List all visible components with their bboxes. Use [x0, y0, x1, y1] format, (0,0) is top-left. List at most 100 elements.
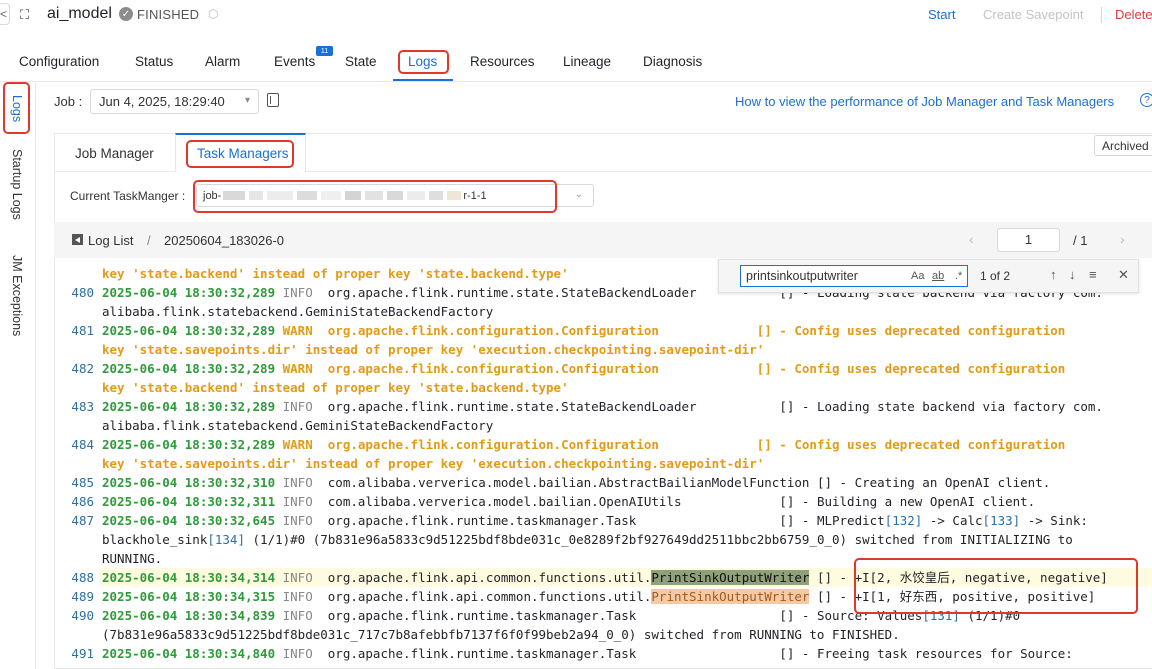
delete-button[interactable]: Delete [1115, 7, 1152, 22]
log-line-number: 491 [71, 646, 94, 661]
tab-alarm[interactable]: Alarm [205, 54, 240, 69]
log-line-text: alibaba.flink.statebackend.GeminiStateBa… [102, 416, 493, 435]
highlight-box-task-managers [186, 140, 294, 168]
log-line-text: key 'state.backend' instead of proper ke… [102, 378, 569, 397]
log-type-sidebar: Logs Startup Logs JM Exceptions [0, 83, 36, 669]
events-count-badge: 11 [316, 46, 333, 56]
log-segment: -> Sink: [1020, 513, 1088, 528]
log-segment: PrintSinkOutputWriter [651, 589, 810, 604]
log-segment: 2025-06-04 18:30:32,289 [102, 323, 276, 338]
log-segment: alibaba.flink.statebackend.GeminiStateBa… [102, 304, 494, 319]
log-segment: 2025-06-04 18:30:34,314 [102, 570, 276, 585]
help-link[interactable]: How to view the performance of Job Manag… [735, 94, 1114, 109]
active-tab-indicator [393, 79, 453, 81]
log-segment: [134] [207, 532, 245, 547]
log-segment: 2025-06-04 18:30:32,311 [102, 494, 276, 509]
log-segment: INFO [275, 475, 328, 490]
page-title: ai_model [47, 5, 112, 22]
tab-events[interactable]: Events [274, 54, 315, 69]
log-line-text: key 'state.savepoints.dir' instead of pr… [102, 454, 764, 473]
back-arrow-icon[interactable] [72, 234, 83, 245]
log-segment: key 'state.savepoints.dir' instead of pr… [102, 342, 765, 357]
log-line-text: 2025-06-04 18:30:32,289 INFO org.apache.… [102, 397, 1103, 416]
find-in-selection-icon[interactable]: ≡ [1089, 267, 1097, 282]
header-divider [1101, 7, 1102, 23]
log-line-text: 2025-06-04 18:30:32,289 WARN org.apache.… [102, 359, 1065, 378]
log-line-text: blackhole_sink[134] (1/1)#0 (7b831e96a58… [102, 530, 1073, 549]
back-button[interactable]: < [0, 3, 10, 25]
log-line-number: 481 [71, 323, 94, 338]
page-header: < ⛶ ai_model ✓ FINISHED ⬡ Start Create S… [0, 0, 1152, 30]
start-button[interactable]: Start [928, 7, 955, 22]
log-segment: (1/1)#0 (7b831e96a5833c9d51225bdf8bde031… [245, 532, 1073, 547]
log-line-text: alibaba.flink.statebackend.GeminiStateBa… [102, 302, 493, 321]
log-line-number: 490 [71, 608, 94, 623]
sidebar-item-jm-exceptions[interactable]: JM Exceptions [10, 255, 24, 336]
job-select-value: Jun 4, 2025, 18:29:40 [99, 94, 225, 109]
status-badge: FINISHED [137, 7, 200, 22]
log-segment: 2025-06-04 18:30:32,289 [102, 361, 276, 376]
match-case-icon[interactable]: Aa [911, 270, 924, 282]
log-line-text: 2025-06-04 18:30:32,645 INFO org.apache.… [102, 511, 1088, 530]
log-line-text: RUNNING. [102, 549, 162, 568]
log-line-text: 2025-06-04 18:30:32,311 INFO com.alibaba… [102, 492, 1035, 511]
log-segment: com.alibaba.ververica.model.bailian.Open… [327, 494, 1036, 509]
log-list-link[interactable]: Log List [88, 233, 134, 248]
log-line-text: 2025-06-04 18:30:32,289 WARN org.apache.… [102, 435, 1065, 454]
help-icon[interactable]: ? [1140, 93, 1152, 107]
arrow-up-icon[interactable]: ↑ [1050, 267, 1057, 282]
log-segment: 2025-06-04 18:30:32,310 [102, 475, 276, 490]
log-segment: INFO [275, 494, 328, 509]
tab-lineage[interactable]: Lineage [563, 54, 611, 69]
tab-job-manager[interactable]: Job Manager [75, 146, 154, 161]
log-segment: -> Calc [922, 513, 983, 528]
close-icon[interactable]: ✕ [1118, 267, 1129, 283]
log-segment: [133] [982, 513, 1021, 528]
highlight-box-sink-output [854, 558, 1138, 614]
copy-icon[interactable] [267, 93, 279, 107]
archived-button[interactable]: Archived [1094, 135, 1152, 156]
log-segment: 2025-06-04 18:30:34,839 [102, 608, 276, 623]
log-line-number: 488 [71, 570, 94, 585]
main-tabs: Configuration Status Alarm Events State … [0, 42, 1152, 82]
tab-configuration[interactable]: Configuration [19, 54, 99, 69]
log-segment: org.apache.flink.api.common.functions.ut… [327, 589, 652, 604]
breadcrumb-file: 20250604_183026-0 [164, 233, 285, 248]
log-line-number: 480 [71, 285, 94, 300]
log-segment: org.apache.flink.runtime.state.StateBack… [327, 399, 1103, 414]
log-segment: com.alibaba.ververica.model.bailian.Abst… [327, 475, 1051, 490]
tab-state[interactable]: State [345, 54, 377, 69]
log-line-number: 484 [71, 437, 94, 452]
job-select[interactable]: Jun 4, 2025, 18:29:40 ▾ [90, 89, 259, 114]
page-input[interactable]: 1 [997, 228, 1060, 252]
log-segment: blackhole_sink [102, 532, 208, 547]
log-segment: PrintSinkOutputWriter [651, 570, 810, 585]
log-line-number: 485 [71, 475, 94, 490]
arrow-down-icon[interactable]: ↓ [1069, 267, 1076, 282]
highlight-box-logs-sidebar [3, 82, 30, 134]
log-segment: alibaba.flink.statebackend.GeminiStateBa… [102, 418, 494, 433]
page-total: / 1 [1073, 233, 1088, 248]
create-savepoint-button[interactable]: Create Savepoint [983, 7, 1083, 22]
log-segment: WARN org.apache.flink.configuration.Conf… [275, 437, 1066, 452]
log-line-number: 483 [71, 399, 94, 414]
regex-icon[interactable]: .* [955, 270, 962, 282]
log-line-text: (7b831e96a5833c9d51225bdf8bde031c_717c7b… [102, 625, 900, 644]
chevron-right-icon[interactable]: › [1120, 231, 1125, 247]
tab-resources[interactable]: Resources [470, 54, 535, 69]
sidebar-item-startup-logs[interactable]: Startup Logs [10, 149, 24, 220]
log-segment: org.apache.flink.runtime.taskmanager.Tas… [327, 513, 885, 528]
log-line-text: 2025-06-04 18:30:32,289 WARN org.apache.… [102, 321, 1065, 340]
chevron-left-icon[interactable]: ‹ [969, 231, 974, 247]
log-segment: 2025-06-04 18:30:34,315 [102, 589, 276, 604]
tab-status[interactable]: Status [135, 54, 173, 69]
whole-word-icon[interactable]: ab [932, 270, 944, 282]
log-segment: 2025-06-04 18:30:32,289 [102, 285, 276, 300]
log-segment: 2025-06-04 18:30:34,840 [102, 646, 276, 661]
job-label: Job : [54, 94, 83, 109]
log-segment: 2025-06-04 18:30:32,645 [102, 513, 276, 528]
log-line-text: key 'state.savepoints.dir' instead of pr… [102, 340, 764, 359]
tab-diagnosis[interactable]: Diagnosis [643, 54, 702, 69]
chevron-down-icon: ▾ [244, 95, 250, 106]
log-segment: WARN org.apache.flink.configuration.Conf… [275, 323, 1066, 338]
